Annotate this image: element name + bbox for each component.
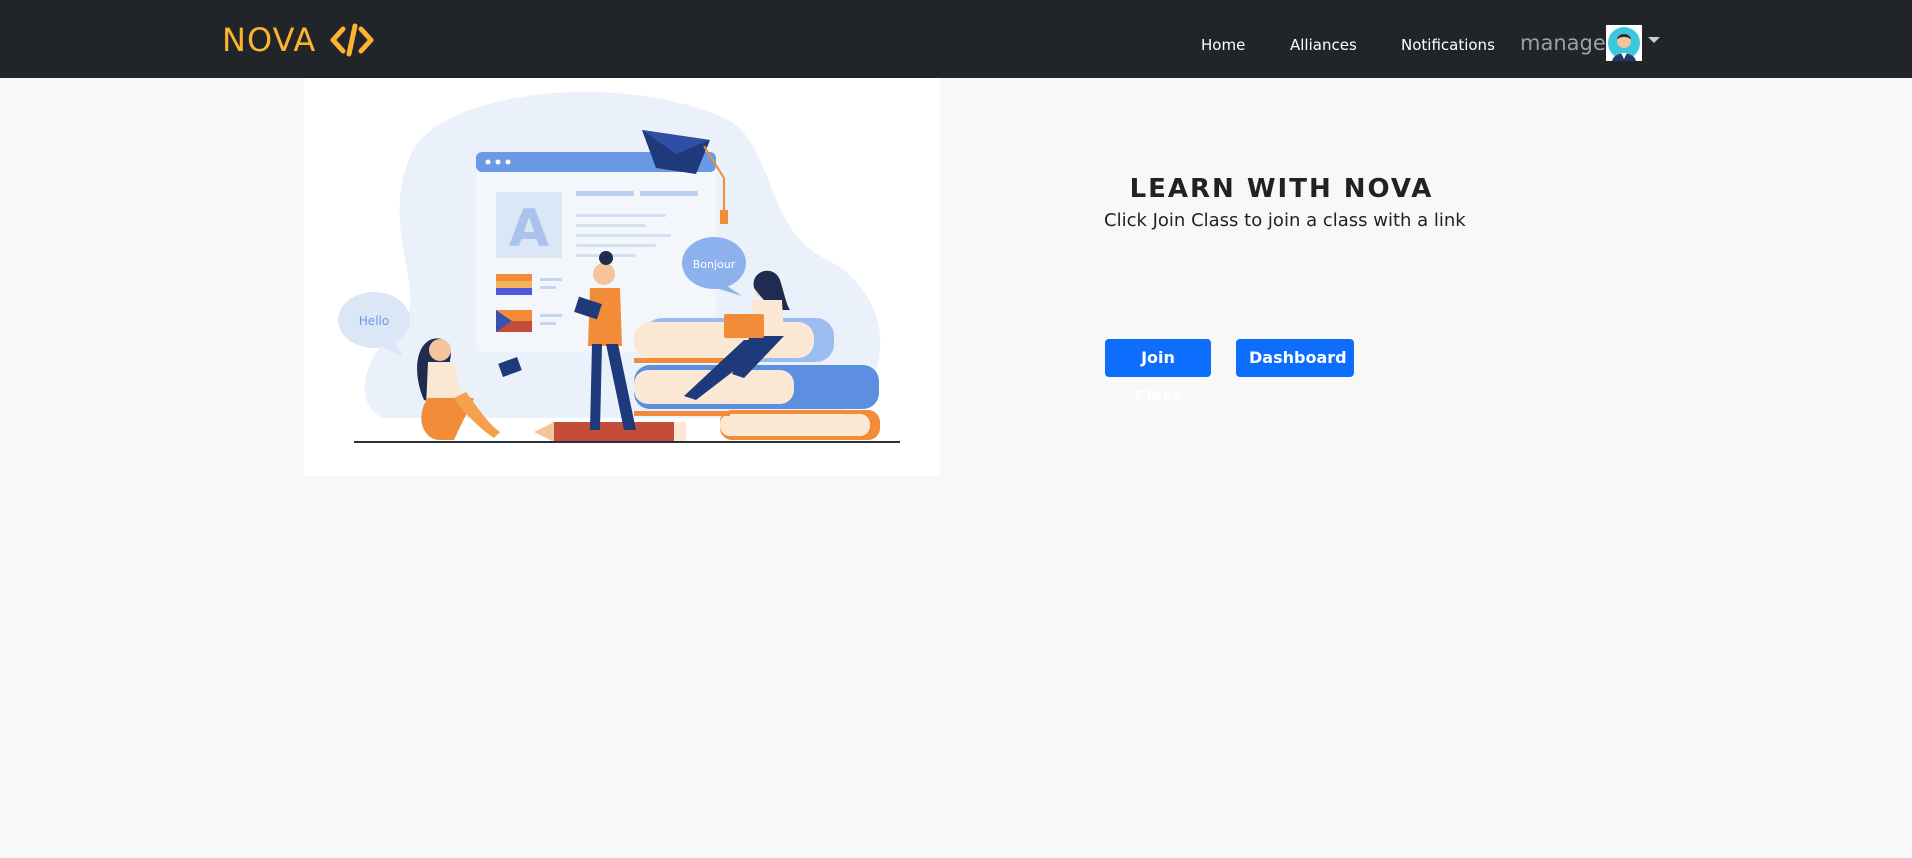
svg-text:Bonjour: Bonjour [693, 258, 736, 271]
nav-alliances[interactable]: Alliances [1290, 36, 1357, 54]
code-brackets-icon [330, 23, 374, 57]
user-avatar-icon [1605, 25, 1642, 61]
chevron-down-icon [1647, 37, 1660, 43]
svg-text:Hello: Hello [359, 314, 389, 328]
study-illustration: A Hello Bonjour [338, 91, 900, 443]
user-name: manage [1520, 31, 1606, 55]
nav-notifications[interactable]: Notifications [1401, 36, 1495, 54]
hero-illustration: A Hello Bonjour [304, 78, 940, 476]
dashboard-button[interactable]: Dashboard [1236, 339, 1354, 377]
join-class-button[interactable]: Join Class [1105, 339, 1211, 405]
brand-link[interactable]: NOVA [222, 22, 374, 58]
brand-name: NOVA [222, 21, 317, 59]
page-title: LEARN WITH NOVA [1129, 174, 1434, 204]
nav-home[interactable]: Home [1201, 36, 1245, 54]
svg-text:A: A [509, 199, 549, 259]
user-menu-dropdown[interactable]: manage [1520, 24, 1660, 62]
top-navbar: NOVA Home Alliances Notifications manage [0, 0, 1912, 78]
page-subtitle: Click Join Class to join a class with a … [1104, 210, 1466, 231]
